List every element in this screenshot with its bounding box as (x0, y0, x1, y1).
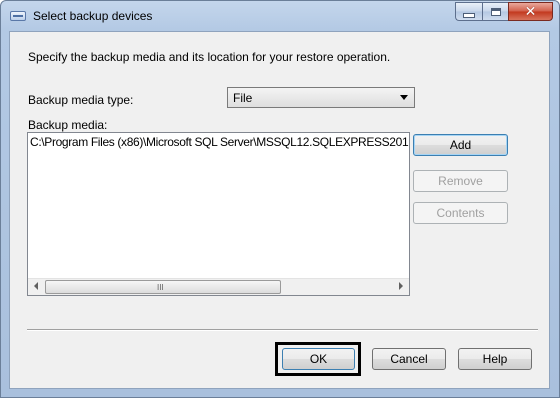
close-button[interactable]: ✕ (508, 2, 553, 21)
footer-divider (27, 329, 538, 331)
chevron-down-icon (400, 95, 408, 100)
backup-media-label: Backup media: (28, 118, 108, 132)
scroll-left-icon[interactable] (34, 282, 38, 290)
list-item[interactable]: C:\Program Files (x86)\Microsoft SQL Ser… (30, 135, 409, 149)
remove-button[interactable]: Remove (413, 170, 508, 192)
dialog-window-icon (10, 11, 26, 21)
close-icon: ✕ (524, 3, 537, 20)
contents-button[interactable]: Contents (413, 202, 508, 224)
help-button[interactable]: Help (458, 348, 532, 370)
backup-media-type-select[interactable]: File (227, 87, 415, 108)
ok-button[interactable]: OK (282, 348, 355, 370)
backup-media-list[interactable]: C:\Program Files (x86)\Microsoft SQL Ser… (27, 132, 410, 296)
cancel-button[interactable]: Cancel (372, 348, 446, 370)
maximize-icon (490, 7, 501, 16)
instruction-text: Specify the backup media and its locatio… (28, 50, 391, 64)
backup-media-type-value: File (233, 91, 253, 105)
select-backup-devices-dialog: Select backup devices ✕ Specify the back… (0, 0, 560, 398)
caption-buttons: ✕ (455, 2, 553, 22)
minimize-button[interactable] (455, 2, 482, 21)
scrollbar-grip: III (157, 283, 164, 292)
add-button[interactable]: Add (413, 134, 508, 156)
maximize-button[interactable] (482, 2, 508, 21)
horizontal-scrollbar[interactable]: III (28, 278, 409, 295)
backup-media-type-label: Backup media type: (28, 93, 134, 107)
title-bar[interactable]: Select backup devices ✕ (1, 1, 559, 31)
minimize-icon (463, 12, 475, 18)
dialog-body: Specify the backup media and its locatio… (9, 31, 550, 389)
scroll-right-icon[interactable] (399, 282, 403, 290)
scrollbar-thumb[interactable]: III (45, 280, 281, 294)
window-title: Select backup devices (33, 9, 153, 23)
